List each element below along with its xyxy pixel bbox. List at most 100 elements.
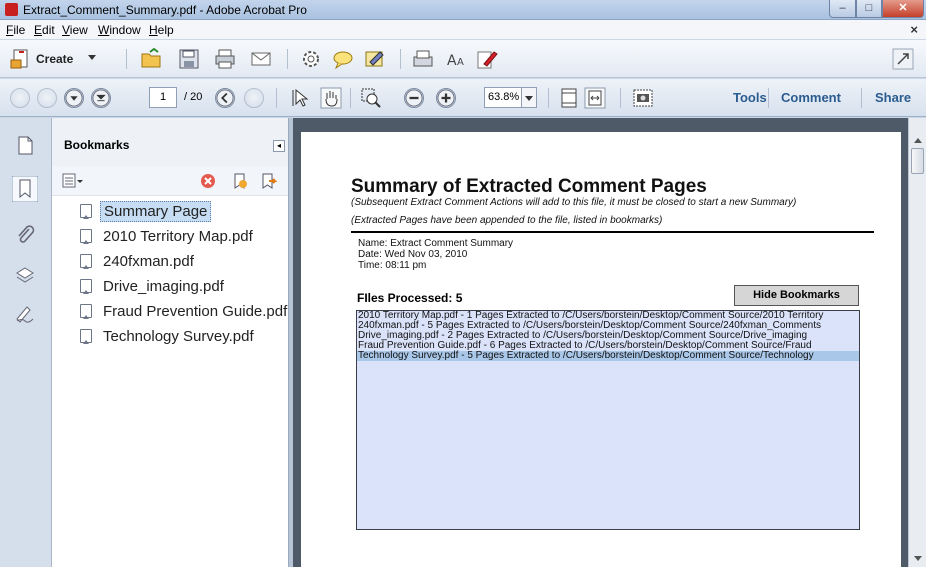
delete-bookmark-icon[interactable]	[200, 173, 216, 189]
separator	[861, 88, 862, 108]
separator	[126, 49, 127, 69]
bookmarks-panel: Bookmarks ◂ Summary Page 2010 Territory …	[52, 118, 292, 567]
zoom-input[interactable]: 63.8%	[484, 87, 522, 108]
bookmark-label: Summary Page	[100, 200, 212, 222]
options-menu-icon[interactable]	[62, 173, 84, 189]
separator	[548, 88, 549, 108]
scanner-icon[interactable]	[412, 48, 434, 70]
first-page-icon[interactable]	[10, 88, 30, 108]
pdf-page: Summary of Extracted Comment Pages (Subs…	[301, 132, 901, 567]
print-icon[interactable]	[214, 48, 236, 70]
collapse-panel-icon[interactable]: ◂	[273, 140, 285, 152]
hide-bookmarks-button[interactable]: Hide Bookmarks	[734, 285, 859, 306]
fit-page-icon[interactable]	[558, 87, 580, 109]
separator	[276, 88, 277, 108]
page-total: / 20	[184, 91, 203, 103]
close-document-icon[interactable]: ×	[910, 22, 918, 37]
divider	[351, 231, 874, 233]
vertical-scrollbar[interactable]	[908, 118, 926, 567]
menu-file[interactable]: File	[6, 23, 25, 37]
page-number-input[interactable]: 1	[149, 87, 177, 108]
marquee-zoom-icon[interactable]	[360, 87, 382, 109]
menu-window[interactable]: Window	[98, 23, 141, 37]
files-processed-label: FIles Processed: 5	[357, 291, 463, 305]
bookmark-240fxman[interactable]: 240fxman.pdf	[80, 250, 197, 272]
expand-bookmark-icon[interactable]	[260, 172, 278, 190]
settings-icon[interactable]	[300, 48, 322, 70]
open-folder-icon[interactable]	[140, 48, 162, 70]
file-row-selected[interactable]: Technology Survey.pdf - 5 Pages Extracte…	[357, 351, 859, 361]
previous-page-icon[interactable]	[37, 88, 57, 108]
scroll-down-icon[interactable]	[914, 556, 922, 561]
bookmark-label: 240fxman.pdf	[103, 252, 194, 270]
bookmark-fraud-prevention[interactable]: Fraud Prevention Guide.pdf	[80, 300, 290, 322]
menu-help[interactable]: Help	[149, 23, 174, 37]
navigation-pane-strip	[0, 118, 52, 567]
main-toolbar: Create AA	[0, 40, 926, 78]
select-tool-icon[interactable]	[290, 87, 312, 109]
bookmark-icon	[80, 254, 92, 269]
files-list[interactable]: 2010 Territory Map.pdf - 1 Pages Extract…	[356, 310, 860, 530]
tools-pane-link[interactable]: Tools	[733, 90, 767, 105]
zoom-in-icon[interactable]	[436, 88, 456, 108]
svg-text:A: A	[447, 53, 457, 69]
create-button[interactable]: Create	[36, 52, 73, 66]
edit-pen-icon[interactable]	[476, 48, 498, 70]
menu-view[interactable]: View	[62, 23, 88, 37]
bookmarks-title: Bookmarks	[64, 138, 130, 152]
menu-edit[interactable]: Edit	[34, 23, 55, 37]
zoom-dropdown-icon[interactable]	[522, 87, 537, 108]
layers-icon[interactable]	[14, 264, 36, 286]
expand-icon[interactable]	[892, 48, 914, 70]
document-subtitle: (Subsequent Extract Comment Actions will…	[351, 197, 797, 208]
minimize-button[interactable]: –	[829, 0, 856, 18]
share-pane-link[interactable]: Share	[875, 90, 911, 105]
save-icon[interactable]	[178, 48, 200, 70]
close-button[interactable]: ✕	[882, 0, 924, 18]
bookmark-drive-imaging[interactable]: Drive_imaging.pdf	[80, 275, 227, 297]
create-dropdown-icon[interactable]	[88, 55, 96, 60]
separator	[768, 88, 769, 108]
bookmarks-tools	[52, 166, 292, 196]
title-bar: Extract_Comment_Summary.pdf - Adobe Acro…	[0, 0, 926, 20]
comment-icon[interactable]	[332, 48, 354, 70]
bookmark-icon	[80, 229, 92, 244]
comment-pane-link[interactable]: Comment	[781, 90, 841, 105]
next-view-icon[interactable]	[244, 88, 264, 108]
bookmark-technology-survey[interactable]: Technology Survey.pdf	[80, 325, 257, 347]
document-viewer: Summary of Extracted Comment Pages (Subs…	[293, 118, 908, 567]
bookmarks-header: Bookmarks ◂	[52, 118, 292, 166]
summary-time: Time: 08:11 pm	[358, 260, 427, 271]
snapshot-icon[interactable]	[632, 87, 654, 109]
last-page-icon[interactable]	[91, 88, 111, 108]
separator	[400, 49, 401, 69]
previous-view-icon[interactable]	[215, 88, 235, 108]
email-icon[interactable]	[250, 48, 272, 70]
text-size-icon[interactable]: AA	[446, 48, 468, 70]
scroll-up-icon[interactable]	[914, 138, 922, 143]
bookmark-label: Drive_imaging.pdf	[103, 277, 224, 295]
bookmark-summary-page[interactable]: Summary Page	[80, 200, 212, 222]
bookmarks-icon[interactable]	[12, 176, 38, 202]
window-title: Extract_Comment_Summary.pdf - Adobe Acro…	[23, 3, 307, 17]
create-pdf-icon[interactable]	[10, 48, 32, 70]
separator	[350, 88, 351, 108]
bookmark-icon	[80, 304, 92, 319]
sign-icon[interactable]	[364, 48, 386, 70]
bookmark-territory-map[interactable]: 2010 Territory Map.pdf	[80, 225, 256, 247]
separator	[620, 88, 621, 108]
new-bookmark-icon[interactable]	[232, 172, 248, 190]
acrobat-icon	[5, 3, 18, 16]
signatures-icon[interactable]	[14, 302, 36, 324]
next-page-icon[interactable]	[64, 88, 84, 108]
fit-width-icon[interactable]	[584, 87, 606, 109]
scroll-thumb[interactable]	[911, 148, 924, 174]
menu-bar: File Edit View Window Help ×	[0, 20, 926, 40]
hand-tool-icon[interactable]	[320, 87, 342, 109]
zoom-out-icon[interactable]	[404, 88, 424, 108]
attachments-icon[interactable]	[14, 224, 36, 246]
summary-name: Name: Extract Comment Summary	[358, 238, 514, 249]
maximize-button[interactable]: □	[856, 0, 882, 18]
page-thumbnails-icon[interactable]	[14, 134, 36, 156]
bookmark-label: Fraud Prevention Guide.pdf	[103, 302, 288, 320]
